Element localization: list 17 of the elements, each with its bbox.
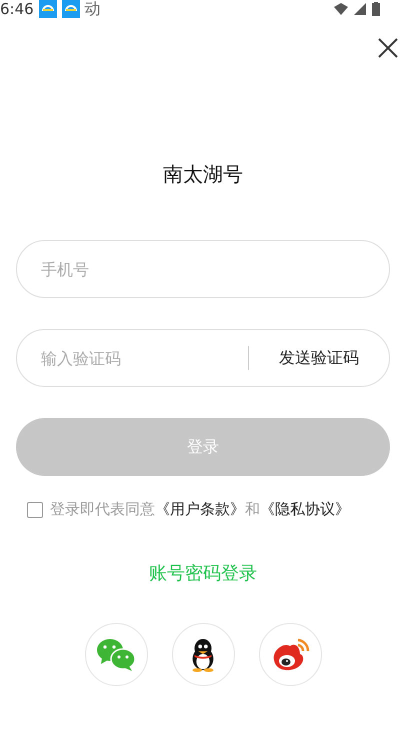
app-title: 南太湖号 — [162, 161, 244, 187]
agreement-checkbox[interactable] — [27, 502, 43, 518]
status-time: 6:46 — [0, 0, 34, 18]
code-field[interactable]: 输入验证码 发送验证码 — [16, 329, 390, 387]
send-code-button[interactable]: 发送验证码 — [249, 348, 389, 368]
battery-icon — [372, 2, 380, 16]
code-input[interactable]: 输入验证码 — [17, 343, 248, 373]
notification-glyph: 动 — [84, 0, 101, 20]
close-icon[interactable] — [378, 38, 398, 58]
signal-icon — [353, 3, 367, 15]
phone-field[interactable]: 手机号 — [16, 240, 390, 298]
terms-link[interactable]: 《用户条款》 — [155, 500, 245, 518]
chat-bubbles-icon — [96, 638, 136, 672]
phone-input[interactable]: 手机号 — [17, 254, 389, 284]
wifi-icon — [334, 3, 348, 15]
privacy-link[interactable]: 《隐私协议》 — [260, 500, 350, 518]
agreement-text: 登录即代表同意《用户条款》和《隐私协议》 — [50, 500, 350, 519]
